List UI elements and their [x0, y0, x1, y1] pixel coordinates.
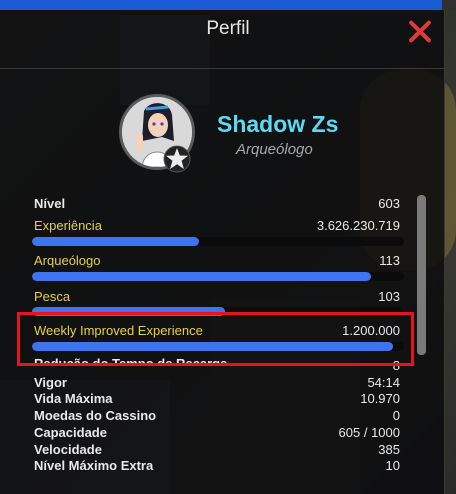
stat-label: Vida Máxima: [34, 391, 113, 406]
stat-value: 0: [392, 408, 400, 423]
scrollbar-thumb[interactable]: [417, 195, 426, 355]
stat-extra-level: Nível Máximo Extra 10: [34, 458, 400, 474]
stat-label: Pesca: [34, 289, 71, 304]
stat-label: Arqueólogo: [34, 253, 101, 268]
progress-fill: [32, 272, 371, 281]
stat-value: 10.970: [360, 391, 400, 406]
window-top-strip: [0, 0, 456, 10]
player-vocation: Arqueólogo: [236, 141, 313, 158]
panel-title: Perfil: [206, 18, 250, 39]
stat-value: 385: [378, 442, 400, 457]
stat-value: 3.626.230.719: [316, 218, 400, 233]
stat-label: Experiência: [34, 218, 102, 233]
stat-value: 603: [378, 196, 400, 211]
stat-max-hp: Vida Máxima 10.970: [34, 391, 400, 407]
stat-value: 605 / 1000: [338, 425, 400, 440]
stat-vigor: Vigor 54:14: [34, 375, 400, 391]
archaeologist-progress-bar: [32, 272, 404, 281]
stat-label: Velocidade: [34, 442, 102, 457]
experience-progress-bar: [32, 237, 404, 246]
stat-casino-coins: Moedas do Cassino 0: [34, 408, 400, 424]
scrollbar[interactable]: [417, 195, 426, 483]
stat-fishing: Pesca 103: [34, 289, 400, 305]
stat-experience: Experiência 3.626.230.719: [34, 218, 400, 234]
stat-archaeologist: Arqueólogo 113: [34, 253, 400, 269]
player-name: Shadow Zs: [217, 111, 339, 137]
stat-speed: Velocidade 385: [34, 442, 400, 458]
stat-capacity: Capacidade 605 / 1000: [34, 425, 400, 441]
stat-label: Moedas do Cassino: [34, 408, 157, 423]
stat-level: Nível 603: [34, 196, 400, 212]
stat-label: Nível: [34, 196, 66, 211]
stat-value: 54:14: [367, 375, 400, 390]
stat-label: Nível Máximo Extra: [34, 458, 154, 473]
stat-value: 113: [379, 253, 400, 268]
close-icon[interactable]: [407, 20, 433, 44]
progress-fill: [32, 237, 200, 246]
stat-value: 10: [385, 458, 400, 473]
stat-label: Capacidade: [34, 425, 107, 440]
stat-label: Vigor: [34, 375, 67, 390]
star-icon: [163, 145, 191, 173]
stat-value: 103: [378, 289, 400, 304]
highlight-box: [17, 312, 414, 366]
